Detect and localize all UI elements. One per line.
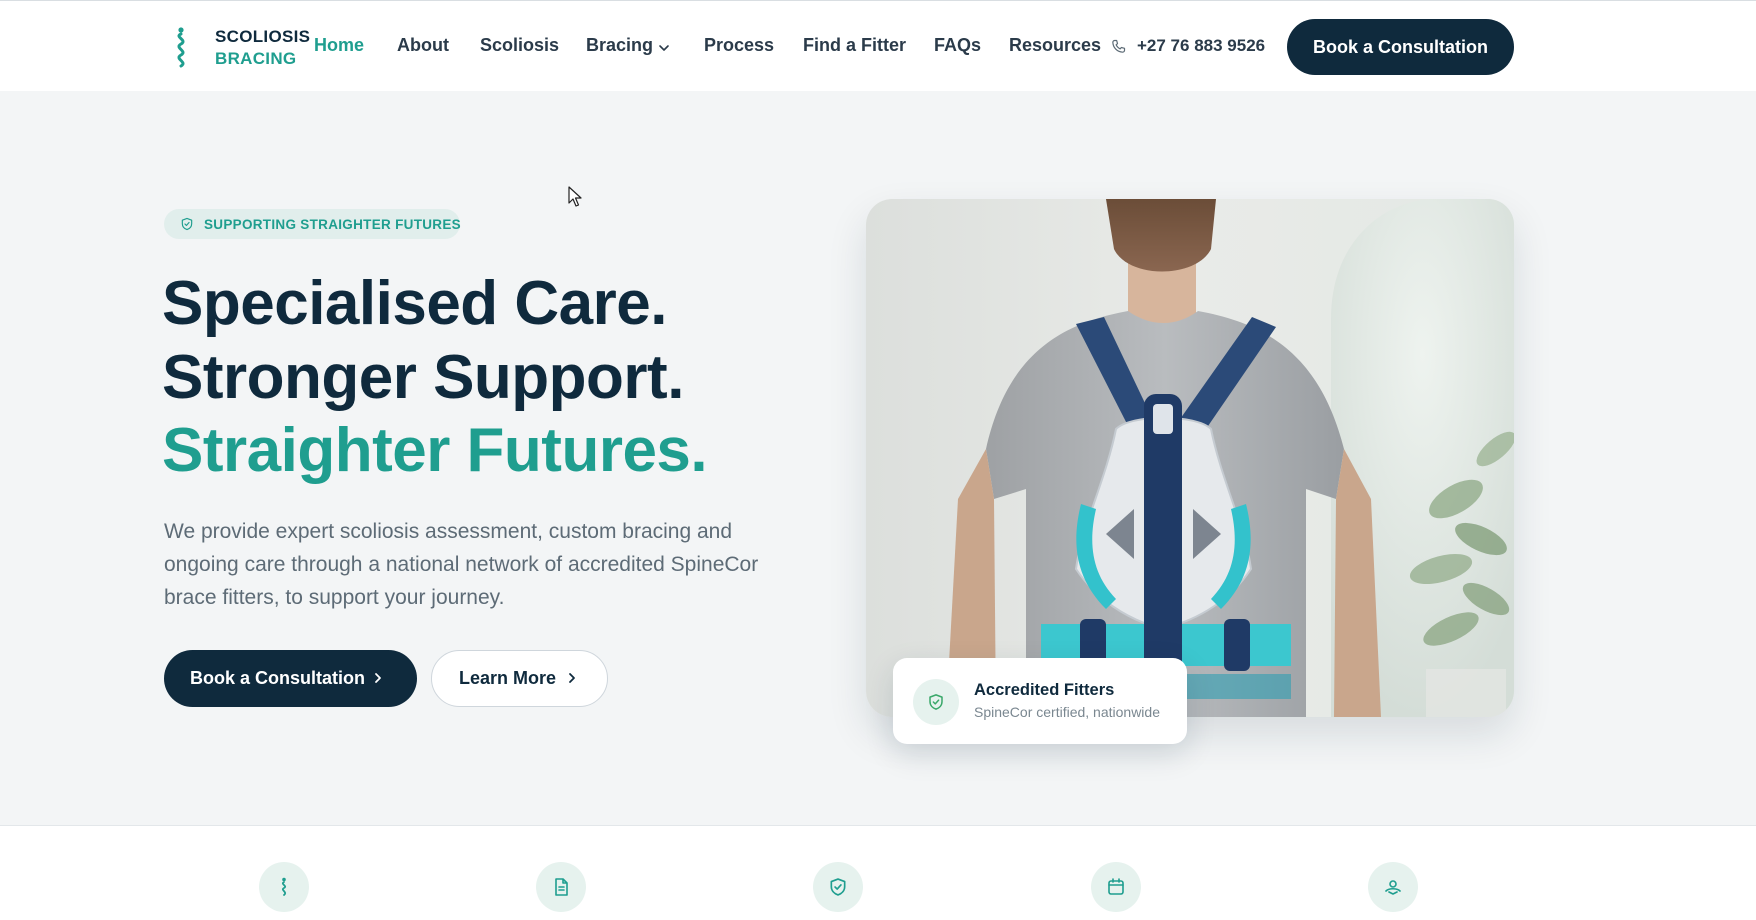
shield-check-icon: [181, 217, 193, 231]
logo-text-bottom: BRACING: [215, 49, 297, 68]
spine-icon: [281, 877, 287, 896]
document-icon: [555, 878, 568, 896]
site-header: SCOLIOSIS BRACING Home About Scoliosis B…: [0, 1, 1756, 91]
book-consultation-button[interactable]: Book a Consultation: [164, 650, 417, 707]
feature-icon-5: [1368, 862, 1418, 912]
badge-icon-circle: [913, 679, 959, 725]
book-consultation-label: Book a Consultation: [190, 668, 365, 688]
hero-description: We provide expert scoliosis assessment, …: [164, 520, 759, 609]
logo-text-top: SCOLIOSIS: [215, 27, 311, 46]
badge-subtitle: SpineCor certified, nationwide: [974, 704, 1160, 720]
learn-more-button[interactable]: Learn More: [431, 650, 608, 707]
nav-scoliosis[interactable]: Scoliosis: [480, 35, 559, 56]
phone-number-link[interactable]: +27 76 883 9526: [1137, 36, 1265, 56]
handshake-icon: [1385, 880, 1401, 895]
hero-headline-line-1: Specialised Care.: [162, 269, 668, 338]
shield-check-icon: [830, 878, 846, 896]
book-consultation-header-button[interactable]: Book a Consultation: [1287, 19, 1514, 75]
hero-tag: SUPPORTING STRAIGHTER FUTURES: [164, 209, 461, 239]
nav-faqs[interactable]: FAQs: [934, 35, 981, 56]
calendar-icon: [1108, 878, 1124, 895]
nav-resources[interactable]: Resources: [1009, 35, 1101, 56]
phone-icon: [1112, 39, 1126, 53]
nav-home[interactable]: Home: [314, 35, 364, 56]
chevron-down-icon[interactable]: [658, 42, 670, 54]
feature-icon-1: [259, 862, 309, 912]
chevron-right-icon: [375, 673, 381, 683]
badge-title: Accredited Fitters: [974, 681, 1115, 699]
learn-more-label: Learn More: [459, 668, 557, 688]
accredited-fitters-badge: Accredited Fitters SpineCor certified, n…: [893, 658, 1187, 744]
book-consultation-header-label: Book a Consultation: [1313, 36, 1488, 57]
brace-photo-illustration: [866, 199, 1514, 717]
chevron-right-icon: [569, 673, 575, 683]
shield-check-icon: [929, 694, 943, 710]
hero-tag-text: SUPPORTING STRAIGHTER FUTURES: [204, 217, 461, 232]
nav-process[interactable]: Process: [704, 35, 774, 56]
spine-icon: [177, 27, 185, 68]
hero-headline-line-2: Stronger Support.: [162, 343, 684, 412]
feature-icon-2: [536, 862, 586, 912]
nav-about[interactable]: About: [397, 35, 449, 56]
feature-icon-3: [813, 862, 863, 912]
nav-find-a-fitter[interactable]: Find a Fitter: [803, 35, 906, 56]
mouse-cursor-icon: [568, 186, 582, 207]
feature-icon-4: [1091, 862, 1141, 912]
site-logo[interactable]: SCOLIOSIS BRACING: [170, 25, 310, 69]
hero-headline-line-3: Straighter Futures.: [162, 416, 708, 485]
nav-bracing[interactable]: Bracing: [586, 35, 653, 56]
hero-image: [866, 199, 1514, 717]
